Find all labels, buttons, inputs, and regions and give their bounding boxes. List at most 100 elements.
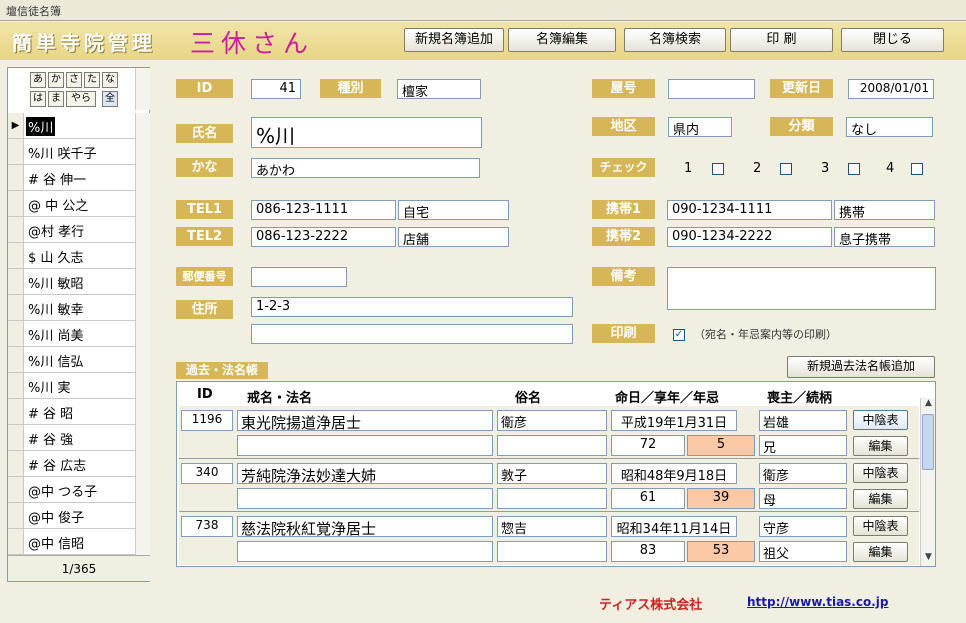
- history-chief-field[interactable]: 岩雄: [759, 410, 847, 431]
- history-edit-button[interactable]: 編集: [853, 489, 908, 509]
- history-zokumyo-field[interactable]: 衛彦: [497, 410, 607, 431]
- tel2-field[interactable]: 086-123-2222: [251, 227, 396, 247]
- history-age-field[interactable]: 72: [611, 435, 685, 456]
- list-item[interactable]: %川 信弘: [8, 347, 135, 373]
- kana-filter-all[interactable]: 全: [102, 91, 118, 107]
- zip-field[interactable]: [251, 267, 347, 287]
- history-kaimyo-reading-field[interactable]: [237, 435, 493, 456]
- chuin-table-button[interactable]: 中陰表: [853, 516, 908, 536]
- print-button[interactable]: 印 刷: [730, 28, 833, 52]
- mobile1-field[interactable]: 090-1234-1111: [667, 200, 832, 220]
- tel2-note-field[interactable]: 店舗: [398, 227, 509, 247]
- tel1-field[interactable]: 086-123-1111: [251, 200, 396, 220]
- new-entry-button[interactable]: 新規名簿追加: [404, 28, 504, 52]
- list-item[interactable]: # 谷 強: [8, 425, 135, 451]
- history-age-field[interactable]: 83: [611, 541, 685, 562]
- history-nenki-field[interactable]: 39: [687, 488, 755, 509]
- kana-filter-ta[interactable]: た: [84, 72, 100, 88]
- history-kaimyo-reading-field[interactable]: [237, 541, 493, 562]
- history-relation-field[interactable]: 母: [759, 488, 847, 509]
- list-item[interactable]: # 谷 広志: [8, 451, 135, 477]
- list-item[interactable]: @村 孝行: [8, 217, 135, 243]
- class-field[interactable]: なし: [846, 117, 933, 137]
- edit-entry-button[interactable]: 名簿編集: [508, 28, 616, 52]
- add-history-button[interactable]: 新規過去法名帳追加: [787, 356, 935, 378]
- history-id-field[interactable]: 1196: [181, 410, 233, 431]
- list-item[interactable]: @中 信昭: [8, 529, 135, 555]
- name-field[interactable]: %川: [251, 117, 482, 148]
- list-item[interactable]: $ 山 久志: [8, 243, 135, 269]
- list-item[interactable]: ▶ %川: [8, 113, 135, 139]
- history-zokumyo-reading-field[interactable]: [497, 541, 607, 562]
- history-id-field[interactable]: 738: [181, 516, 233, 537]
- list-scrollbar[interactable]: [135, 113, 150, 556]
- check-4-checkbox[interactable]: [911, 163, 923, 175]
- kana-filter-ha[interactable]: は: [30, 91, 46, 107]
- address-line1-field[interactable]: 1-2-3: [251, 297, 573, 317]
- close-button[interactable]: 閉じる: [841, 28, 944, 52]
- mobile2-note-field[interactable]: 息子携帯: [834, 227, 935, 247]
- kana-filter-na[interactable]: な: [102, 72, 118, 88]
- history-scrollbar[interactable]: ▲ ▼: [920, 398, 935, 566]
- history-relation-field[interactable]: 兄: [759, 435, 847, 456]
- mobile1-note-field[interactable]: 携帯: [834, 200, 935, 220]
- list-item[interactable]: %川 実: [8, 373, 135, 399]
- area-field[interactable]: 県内: [668, 117, 732, 137]
- history-zokumyo-reading-field[interactable]: [497, 435, 607, 456]
- history-zokumyo-field[interactable]: 惣吉: [497, 516, 607, 537]
- check-3-checkbox[interactable]: [848, 163, 860, 175]
- list-item[interactable]: %川 尚美: [8, 321, 135, 347]
- list-item[interactable]: %川 敏幸: [8, 295, 135, 321]
- scroll-down-icon[interactable]: ▼: [921, 552, 936, 566]
- history-date-field[interactable]: 昭和48年9月18日: [611, 463, 737, 484]
- scroll-up-icon[interactable]: ▲: [921, 398, 936, 412]
- kana-filter-sa[interactable]: さ: [66, 72, 82, 88]
- kana-filter-ka[interactable]: か: [48, 72, 64, 88]
- history-zokumyo-reading-field[interactable]: [497, 488, 607, 509]
- company-url-link[interactable]: http://www.tias.co.jp: [747, 595, 889, 609]
- chuin-table-button[interactable]: 中陰表: [853, 410, 908, 430]
- history-age-field[interactable]: 61: [611, 488, 685, 509]
- check-1-checkbox[interactable]: [712, 163, 724, 175]
- history-kaimyo-field[interactable]: 慈法院秋紅覚浄居士: [237, 516, 493, 537]
- history-kaimyo-field[interactable]: 芳純院浄法妙達大姉: [237, 463, 493, 484]
- kana-scrollbar[interactable]: [135, 68, 150, 110]
- history-kaimyo-field[interactable]: 東光院揚道浄居士: [237, 410, 493, 431]
- list-item[interactable]: @中 つる子: [8, 477, 135, 503]
- history-relation-field[interactable]: 祖父: [759, 541, 847, 562]
- history-id-field[interactable]: 340: [181, 463, 233, 484]
- kana-filter-ma[interactable]: ま: [48, 91, 64, 107]
- address-line2-field[interactable]: [251, 324, 573, 344]
- kana-filter-a[interactable]: あ: [30, 72, 46, 88]
- type-field[interactable]: 檀家: [397, 79, 481, 99]
- memo-field[interactable]: [667, 267, 936, 310]
- list-item[interactable]: # 谷 昭: [8, 399, 135, 425]
- list-item[interactable]: %川 敏昭: [8, 269, 135, 295]
- history-date-field[interactable]: 平成19年1月31日: [611, 410, 737, 431]
- print-checkbox[interactable]: ✓: [673, 329, 685, 341]
- history-zokumyo-field[interactable]: 敦子: [497, 463, 607, 484]
- chuin-table-button[interactable]: 中陰表: [853, 463, 908, 483]
- tel1-note-field[interactable]: 自宅: [398, 200, 509, 220]
- history-kaimyo-reading-field[interactable]: [237, 488, 493, 509]
- history-nenki-field[interactable]: 53: [687, 541, 755, 562]
- check-2-checkbox[interactable]: [780, 163, 792, 175]
- history-edit-button[interactable]: 編集: [853, 436, 908, 456]
- list-item[interactable]: @中 俊子: [8, 503, 135, 529]
- list-item[interactable]: @ 中 公之: [8, 191, 135, 217]
- history-nenki-field[interactable]: 5: [687, 435, 755, 456]
- yago-field[interactable]: [668, 79, 755, 99]
- kana-filter-yara[interactable]: やら: [66, 91, 96, 107]
- search-entry-button[interactable]: 名簿検索: [624, 28, 726, 52]
- list-item[interactable]: # 谷 伸一: [8, 165, 135, 191]
- kana-field[interactable]: あかわ: [251, 158, 480, 178]
- history-chief-field[interactable]: 衛彦: [759, 463, 847, 484]
- history-date-field[interactable]: 昭和34年11月14日: [611, 516, 737, 537]
- scroll-thumb[interactable]: [922, 414, 934, 470]
- id-field[interactable]: 41: [251, 79, 301, 99]
- history-chief-field[interactable]: 守彦: [759, 516, 847, 537]
- list-item[interactable]: %川 咲千子: [8, 139, 135, 165]
- history-edit-button[interactable]: 編集: [853, 542, 908, 562]
- mobile2-field[interactable]: 090-1234-2222: [667, 227, 832, 247]
- updated-field[interactable]: 2008/01/01: [848, 79, 934, 99]
